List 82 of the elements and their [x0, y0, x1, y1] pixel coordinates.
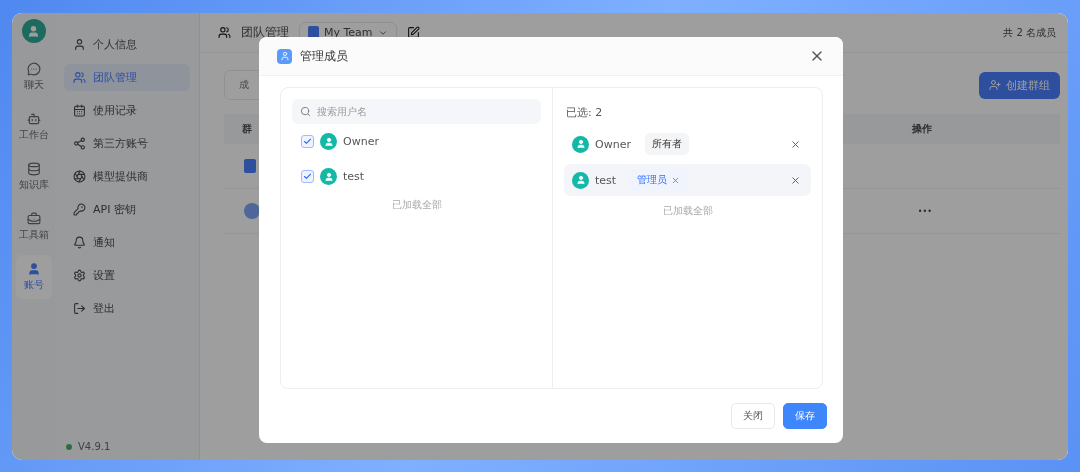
sidebar-item[interactable]: 设置 [64, 262, 190, 289]
sidebar-label: 登出 [93, 301, 115, 316]
member-name: test [343, 170, 365, 183]
group-logo-icon [244, 159, 256, 173]
save-button[interactable]: 保存 [783, 403, 827, 429]
close-dialog-button[interactable]: 关闭 [731, 403, 775, 429]
dialog-title: 管理成员 [300, 47, 348, 65]
remove-button[interactable] [790, 138, 801, 150]
user-avatar [320, 133, 337, 150]
nav-item[interactable]: 工具箱 [15, 205, 52, 249]
nav-label: 工具箱 [18, 228, 49, 242]
search-field[interactable]: 搜索用户名 [292, 99, 541, 124]
chat-icon [26, 62, 41, 76]
sidebar-item[interactable]: 登出 [64, 295, 190, 322]
remove-button[interactable] [790, 174, 801, 186]
sidebar-label: 设置 [93, 268, 115, 283]
sidebar-item[interactable]: API 密钥 [64, 196, 190, 223]
version-label: V4.9.1 [78, 441, 111, 452]
nav-label: 账号 [23, 278, 44, 292]
status-dot [66, 443, 72, 450]
member-name: test [595, 173, 617, 187]
more-button[interactable]: ••• [917, 206, 932, 216]
logout-icon [73, 302, 86, 315]
remove-role-button[interactable] [671, 175, 681, 185]
check-icon [303, 172, 312, 181]
database-icon [26, 162, 41, 176]
edit-icon[interactable] [406, 26, 420, 39]
sidebar-item[interactable]: 通知 [64, 229, 190, 256]
loaded-all-label: 已加载全部 [390, 198, 443, 212]
share-icon [73, 137, 86, 150]
user-avatar [572, 135, 589, 153]
bell-icon [73, 236, 86, 249]
role-label: 所有者 [651, 137, 682, 151]
nav-item[interactable]: 聊天 [15, 55, 52, 99]
key-icon [73, 203, 86, 216]
sidebar-label: 模型提供商 [93, 169, 148, 184]
robot-icon [26, 112, 41, 126]
page-title: 团队管理 [241, 24, 289, 41]
create-group-button[interactable]: 创建群组 [979, 71, 1060, 99]
sidebar-label: 通知 [93, 235, 115, 250]
column-header: 操作 [912, 122, 932, 136]
nav-item[interactable]: 工作台 [15, 105, 52, 149]
sidebar-item[interactable]: 第三方账号 [64, 130, 190, 157]
search-icon [300, 106, 311, 117]
sidebar-item[interactable]: 个人信息 [64, 31, 190, 58]
sidebar-label: 使用记录 [93, 103, 137, 118]
loaded-all-label: 已加载全部 [661, 204, 714, 218]
user-avatar [320, 168, 337, 185]
sidebar-label: API 密钥 [93, 202, 136, 217]
nav-item[interactable]: 账号 [15, 255, 52, 299]
briefcase-icon [26, 212, 41, 226]
nav-label: 聊天 [23, 78, 44, 92]
calendar-icon [73, 104, 86, 117]
user-icon [26, 262, 41, 276]
role-label: 管理员 [637, 173, 668, 187]
user-icon [73, 38, 86, 51]
user-avatar [572, 171, 589, 189]
sidebar-label: 第三方账号 [93, 136, 148, 151]
checkbox[interactable] [301, 135, 314, 148]
group-avatar-icon [244, 203, 260, 219]
users-icon [73, 71, 86, 84]
settings-icon [73, 269, 86, 282]
role-tag[interactable]: 管理员 [630, 169, 688, 191]
nav-item[interactable]: 知识库 [15, 155, 52, 199]
sidebar-item[interactable]: 团队管理 [64, 64, 190, 91]
selected-count: 已选: 2 [566, 105, 604, 120]
aperture-icon [73, 170, 86, 183]
member-name: Owner [343, 135, 379, 148]
users-icon [218, 26, 231, 39]
checkbox[interactable] [301, 170, 314, 183]
sidebar-label: 个人信息 [93, 37, 137, 52]
check-icon [303, 137, 312, 146]
nav-label: 知识库 [18, 178, 49, 192]
column-header: 群 [242, 122, 252, 136]
sidebar-item[interactable]: 使用记录 [64, 97, 190, 124]
member-count: 共 2 名成员 [1003, 25, 1056, 40]
nav-label: 工作台 [18, 128, 49, 142]
sidebar-item[interactable]: 模型提供商 [64, 163, 190, 190]
user-plus-icon [989, 79, 1001, 91]
sidebar-label: 团队管理 [93, 70, 137, 85]
user-icon [277, 48, 292, 64]
member-name: Owner [595, 137, 631, 151]
